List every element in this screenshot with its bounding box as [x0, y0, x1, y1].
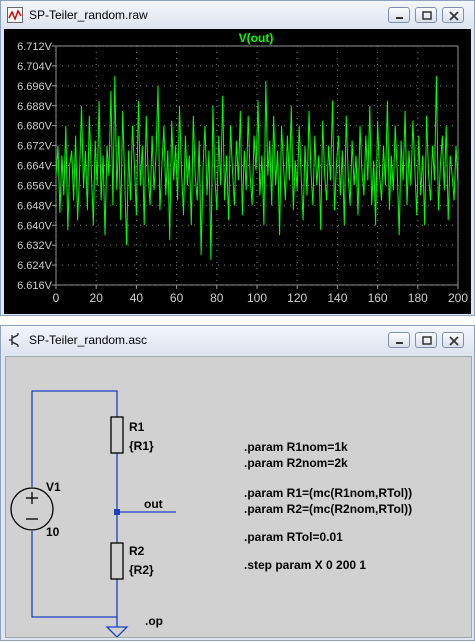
y-tick-label: 6.616V [17, 280, 53, 292]
x-tick-label: 20 [90, 291, 104, 305]
y-tick-label: 6.656V [17, 180, 53, 192]
v1-name: V1 [46, 480, 61, 494]
r2-name: R2 [129, 544, 145, 558]
schematic-canvas[interactable]: V1 10 R1 {R1} R2 {R2} out .op .param R1n… [5, 356, 472, 638]
x-tick-label: 160 [368, 291, 388, 305]
close-icon [449, 11, 459, 21]
x-tick-label: 180 [408, 291, 428, 305]
x-tick-label: 200 [448, 291, 468, 305]
y-tick-label: 6.640V [17, 220, 53, 232]
y-tick-label: 6.632V [17, 240, 53, 252]
restore-button[interactable] [415, 332, 437, 348]
y-tick-label: 6.672V [17, 141, 53, 153]
y-tick-label: 6.648V [17, 200, 53, 212]
ground-symbol[interactable] [105, 626, 129, 638]
voltage-chart[interactable]: V(out) 6.712V 6.704V 6.696V 6.688V 6.680V 6.6… [4, 29, 471, 314]
plot-pane[interactable]: V(out) 6.712V 6.704V 6.696V 6.688V 6.680V 6.6… [4, 29, 471, 314]
waveform-titlebar[interactable]: SP-Teiler_random.raw [1, 1, 474, 29]
minimize-button[interactable] [388, 332, 410, 348]
directive-r1[interactable]: .param R1=(mc(R1nom,RTol)) [244, 486, 412, 500]
directive-r2[interactable]: .param R2=(mc(R2nom,RTol)) [244, 502, 412, 516]
net-label-out[interactable]: out [144, 497, 163, 511]
directive-r2nom[interactable]: .param R2nom=2k [244, 456, 348, 470]
y-tick-label: 6.704V [17, 61, 53, 73]
y-tick-label: 6.712V [17, 41, 53, 53]
schematic-drawing[interactable]: V1 10 R1 {R1} R2 {R2} out .op .param R1n… [6, 357, 471, 638]
chart-title: V(out) [239, 31, 274, 45]
r1-value: {R1} [129, 439, 154, 453]
restore-button[interactable] [415, 7, 437, 23]
y-tick-label: 6.664V [17, 161, 53, 173]
minimize-icon [396, 342, 403, 344]
restore-icon [422, 336, 432, 345]
x-tick-label: 140 [327, 291, 347, 305]
r1-name: R1 [129, 420, 145, 434]
minimize-icon [396, 17, 403, 19]
x-tick-label: 0 [53, 291, 60, 305]
y-tick-label: 6.680V [17, 121, 53, 133]
x-tick-label: 60 [170, 291, 184, 305]
restore-icon [422, 11, 432, 20]
op-directive[interactable]: .op [145, 614, 163, 628]
x-tick-label: 80 [210, 291, 224, 305]
schematic-window-title: SP-Teiler_random.asc [29, 333, 148, 347]
close-button[interactable] [442, 332, 464, 348]
y-tick-label: 6.696V [17, 81, 53, 93]
y-tick-label: 6.624V [17, 260, 53, 272]
directive-rtol[interactable]: .param RTol=0.01 [244, 530, 343, 544]
x-tick-label: 40 [130, 291, 144, 305]
waveform-window: SP-Teiler_random.raw V(out) 6.712V 6.704V… [0, 0, 475, 316]
resistor-r2[interactable] [110, 542, 124, 580]
close-button[interactable] [442, 7, 464, 23]
close-icon [449, 336, 459, 346]
r2-value: {R2} [129, 563, 154, 577]
minimize-button[interactable] [388, 7, 410, 23]
schematic-window: SP-Teiler_random.asc V1 10 R1 {R1} R2 {R… [0, 325, 475, 641]
directive-step[interactable]: .step param X 0 200 1 [244, 558, 366, 572]
v1-value: 10 [46, 525, 60, 539]
x-tick-label: 120 [287, 291, 307, 305]
voltage-source-v1[interactable] [10, 487, 54, 531]
x-tick-label: 100 [247, 291, 267, 305]
schematic-titlebar[interactable]: SP-Teiler_random.asc [1, 326, 474, 354]
y-tick-label: 6.688V [17, 101, 53, 113]
resistor-r1[interactable] [110, 416, 124, 454]
waveform-window-title: SP-Teiler_random.raw [29, 8, 148, 22]
junction-dot [114, 509, 120, 515]
waveform-icon [7, 7, 23, 23]
schematic-icon [9, 333, 19, 347]
directive-r1nom[interactable]: .param R1nom=1k [244, 440, 348, 454]
